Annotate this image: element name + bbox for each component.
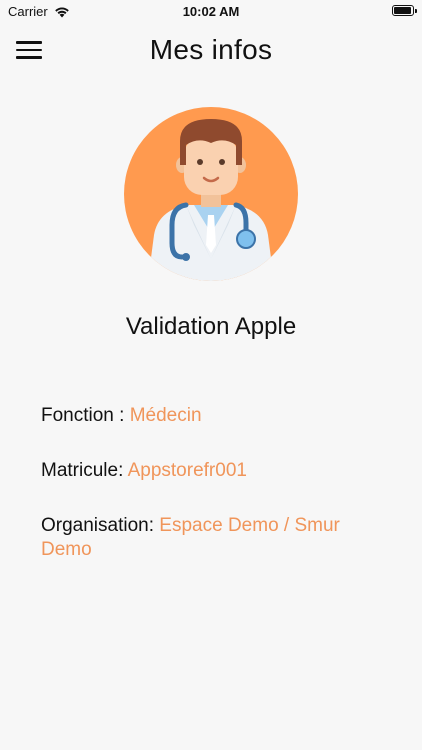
info-row-organisation: Organisation: Espace Demo / Smur Demo	[41, 514, 391, 562]
fonction-label: Fonction :	[41, 405, 130, 426]
user-name: Validation Apple	[125, 313, 297, 340]
doctor-avatar-icon	[124, 107, 298, 281]
matricule-value: Appstorefr001	[127, 460, 247, 481]
page-title: Mes infos	[149, 34, 273, 65]
status-time: 10:02 AM	[182, 4, 240, 19]
app-header: Mes infos	[0, 26, 422, 76]
fonction-value: Médecin	[129, 405, 202, 426]
info-row-fonction: Fonction : Médecin	[41, 404, 391, 428]
organisation-label: Organisation:	[41, 515, 160, 536]
battery-icon	[392, 5, 417, 16]
info-row-matricule: Matricule: Appstorefr001	[41, 459, 391, 483]
matricule-label: Matricule:	[41, 460, 128, 481]
status-bar: Carrier 10:02 AM	[0, 0, 422, 22]
